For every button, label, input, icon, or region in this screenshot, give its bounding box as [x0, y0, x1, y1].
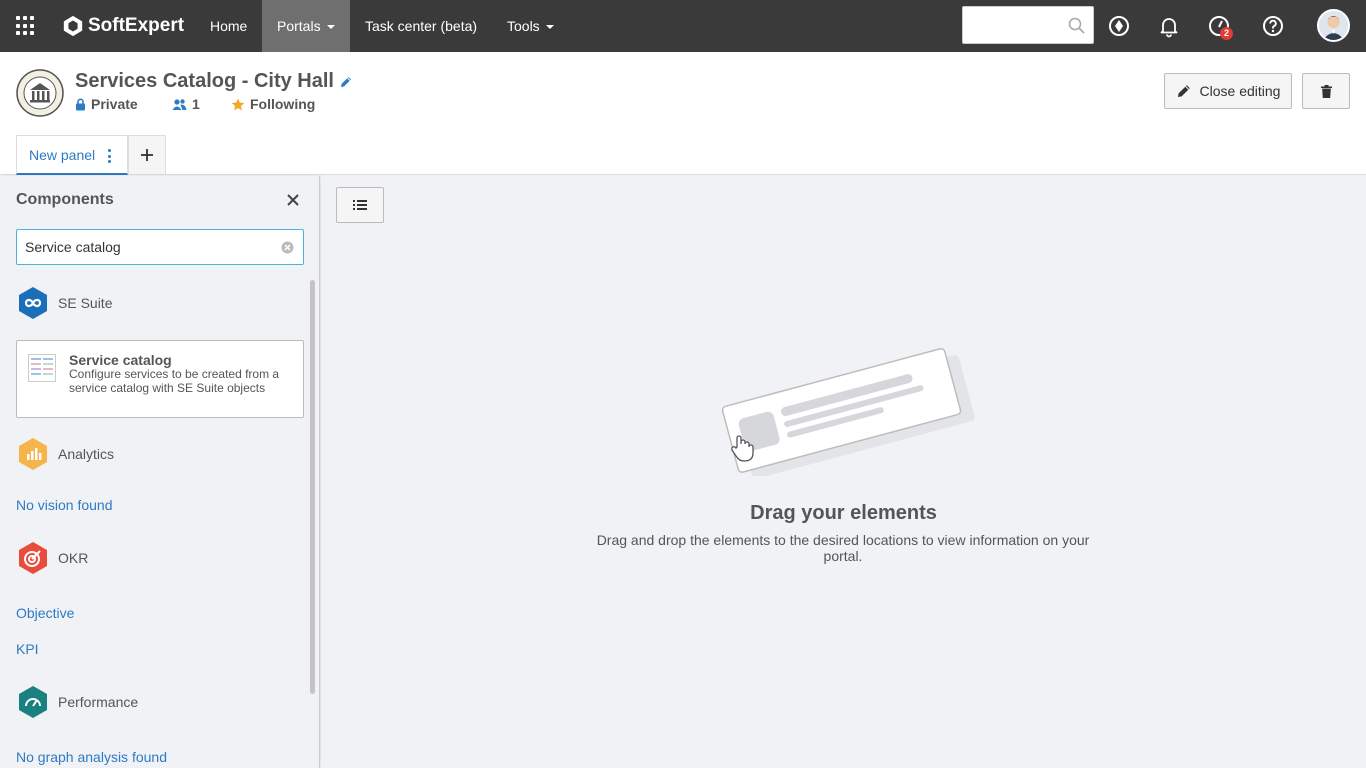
group-analytics-label: Analytics [58, 446, 115, 462]
page-title: Services Catalog - City Hall [75, 70, 334, 92]
visibility-label: Private [91, 96, 138, 112]
users-icon [172, 98, 187, 110]
nav-tools[interactable]: Tools [492, 0, 569, 52]
chevron-down-icon [545, 25, 554, 30]
group-okr-label: OKR [58, 550, 89, 566]
following-label: Following [250, 96, 316, 112]
group-performance-label: Performance [58, 694, 139, 710]
close-editing-button[interactable]: Close editing [1164, 73, 1292, 109]
group-analytics[interactable]: Analytics [16, 437, 114, 471]
nav-portals[interactable]: Portals [262, 0, 350, 52]
link-kpi[interactable]: KPI [16, 641, 39, 657]
following-indicator[interactable]: Following [231, 96, 315, 112]
se-suite-icon [19, 287, 47, 319]
card-description: Configure services to be created from a … [69, 367, 280, 395]
plus-icon [141, 149, 153, 161]
bell-icon[interactable] [1157, 14, 1181, 38]
tab-new-panel[interactable]: New panel [16, 135, 128, 175]
logo-mark-icon [63, 15, 83, 37]
tab-new-panel-label: New panel [29, 146, 96, 163]
sidebar-scrollbar[interactable] [310, 280, 315, 694]
user-avatar[interactable] [1317, 9, 1350, 42]
components-sidebar: Components SE Suite Service catalog Conf… [0, 176, 320, 768]
panel-canvas[interactable]: Drag your elements Drag and drop the ele… [321, 176, 1366, 768]
group-okr[interactable]: OKR [16, 541, 88, 575]
card-title: Service catalog [69, 352, 172, 368]
star-icon [231, 98, 245, 110]
nav-portals-label: Portals [277, 18, 321, 34]
edit-title-pencil-icon[interactable] [339, 75, 353, 89]
chevron-down-icon [326, 25, 335, 30]
compass-icon[interactable] [1107, 14, 1131, 38]
close-editing-label: Close editing [1199, 83, 1281, 99]
link-objective[interactable]: Objective [16, 605, 74, 621]
group-se-suite[interactable]: SE Suite [16, 286, 112, 320]
top-navbar: SoftExpert Home Portals Task center (bet… [0, 0, 1366, 52]
layout-list-button[interactable] [336, 187, 384, 223]
brand-name: SoftExpert [88, 15, 185, 36]
nav-tools-label: Tools [507, 18, 540, 34]
group-se-suite-label: SE Suite [58, 295, 113, 311]
delete-button[interactable] [1302, 73, 1350, 109]
nav-home-label: Home [210, 18, 248, 34]
nav-task-center-label: Task center (beta) [365, 18, 478, 34]
lock-icon [76, 98, 85, 110]
group-performance[interactable]: Performance [16, 685, 138, 719]
clear-search-icon[interactable] [281, 241, 294, 254]
members-count: 1 [192, 96, 200, 112]
close-icon[interactable] [285, 192, 301, 208]
global-search-input[interactable] [963, 7, 1063, 43]
gauge-icon [19, 686, 47, 718]
target-icon [19, 542, 47, 574]
pencil-icon [1177, 85, 1190, 97]
nav-task-center[interactable]: Task center (beta) [350, 0, 492, 52]
trash-icon [1320, 84, 1332, 98]
search-icon[interactable] [1068, 17, 1085, 34]
drag-illustration [721, 347, 975, 476]
service-catalog-card[interactable]: Service catalog Configure services to be… [16, 340, 304, 418]
list-icon [353, 200, 367, 210]
add-tab-button[interactable] [128, 135, 166, 175]
city-hall-seal-icon [16, 69, 64, 117]
components-search-input[interactable] [17, 230, 267, 264]
link-no-graph[interactable]: No graph analysis found [16, 749, 167, 765]
analytics-icon [19, 438, 47, 470]
global-search[interactable] [962, 6, 1094, 44]
drag-title: Drag your elements [750, 502, 937, 524]
nav-home[interactable]: Home [195, 0, 262, 52]
components-search[interactable] [16, 229, 304, 265]
softexpert-logo[interactable]: SoftExpert [62, 13, 184, 39]
notifications-badge: 2 [1220, 27, 1233, 40]
service-catalog-icon [28, 354, 56, 382]
members-indicator[interactable]: 1 [172, 96, 200, 112]
portal-header: Services Catalog - City Hall Private 1 F… [0, 52, 1366, 175]
drag-description: Drag and drop the elements to the desire… [596, 532, 1090, 564]
visibility-indicator: Private [75, 96, 138, 112]
apps-grid-icon[interactable] [14, 14, 38, 38]
help-icon[interactable] [1261, 14, 1285, 38]
kebab-menu-icon[interactable] [107, 149, 111, 163]
link-no-vision[interactable]: No vision found [16, 497, 113, 513]
user-photo-icon [1319, 11, 1348, 40]
sidebar-title: Components [16, 191, 114, 208]
